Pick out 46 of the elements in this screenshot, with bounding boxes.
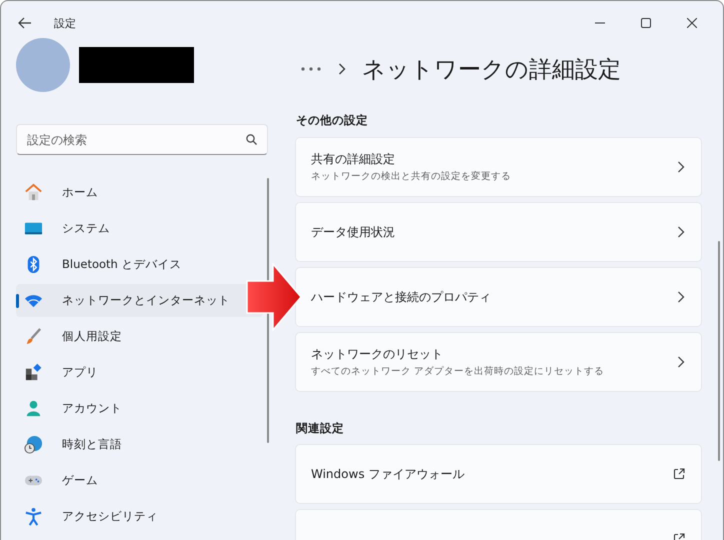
sidebar-item[interactable]: アプリ [16, 356, 263, 389]
external-link-icon [673, 468, 685, 480]
chevron-right-icon [677, 226, 685, 238]
sidebar-item[interactable]: アクセシビリティ [16, 500, 263, 533]
section-heading: 関連設定 [296, 421, 345, 436]
card-subtitle: すべてのネットワーク アダプターを出荷時の設定にリセットする [311, 365, 606, 378]
card-title: Windows ファイアウォール [311, 466, 466, 482]
card-subtitle: ネットワークの検出と共有の設定を変更する [311, 170, 512, 183]
card-title: データ使用状況 [311, 224, 396, 240]
sidebar-item[interactable]: 個人用設定 [16, 320, 263, 353]
back-icon[interactable] [18, 17, 32, 29]
settings-card[interactable]: ネットワークのリセット すべてのネットワーク アダプターを出荷時の設定にリセットする [295, 332, 702, 392]
search-icon [246, 134, 257, 145]
search-field[interactable]: 設定の検索 [16, 124, 268, 155]
person-icon [24, 399, 43, 418]
close-icon[interactable] [687, 18, 697, 28]
accessibility-icon [24, 507, 43, 526]
card-title: ネットワークのリセット [311, 346, 444, 363]
settings-card[interactable]: ハードウェアと接続のプロパティ [295, 267, 702, 327]
sidebar-item[interactable]: Bluetooth とデバイス [16, 248, 263, 281]
avatar [16, 38, 70, 92]
sidebar-item[interactable]: ネットワークとインターネット [16, 284, 263, 317]
arrow-pointer [246, 263, 302, 331]
globe-clock-icon [24, 435, 43, 454]
settings-card[interactable]: 共有の詳細設定 ネットワークの検出と共有の設定を変更する [295, 137, 702, 197]
sidebar-item[interactable]: ホーム [16, 176, 263, 209]
settings-card[interactable]: データ使用状況 [295, 202, 702, 262]
chevron-right-icon [677, 161, 685, 173]
sidebar-item[interactable]: 時刻と言語 [16, 428, 263, 461]
chevron-right-icon [677, 356, 685, 368]
section-heading: その他の設定 [296, 113, 369, 128]
card-title: ハードウェアと接続のプロパティ [311, 288, 492, 306]
sidebar-item[interactable]: システム [16, 212, 263, 245]
sidebar-item[interactable]: ゲーム [16, 464, 263, 497]
chevron-right-icon [338, 63, 346, 75]
settings-card[interactable]: Windows ファイアウォール [295, 444, 702, 504]
window-title: 設定 [54, 16, 76, 30]
sidebar-item[interactable]: アカウント [16, 392, 263, 425]
page-title: ネットワークの詳細設定 [362, 56, 621, 84]
chevron-right-icon [677, 291, 685, 303]
house-icon [24, 183, 43, 202]
brush-icon [24, 327, 43, 346]
more-icon[interactable] [300, 66, 322, 72]
card-title: 共有の詳細設定 [311, 151, 396, 168]
maximize-icon[interactable] [641, 18, 651, 28]
apps-icon [24, 363, 43, 382]
